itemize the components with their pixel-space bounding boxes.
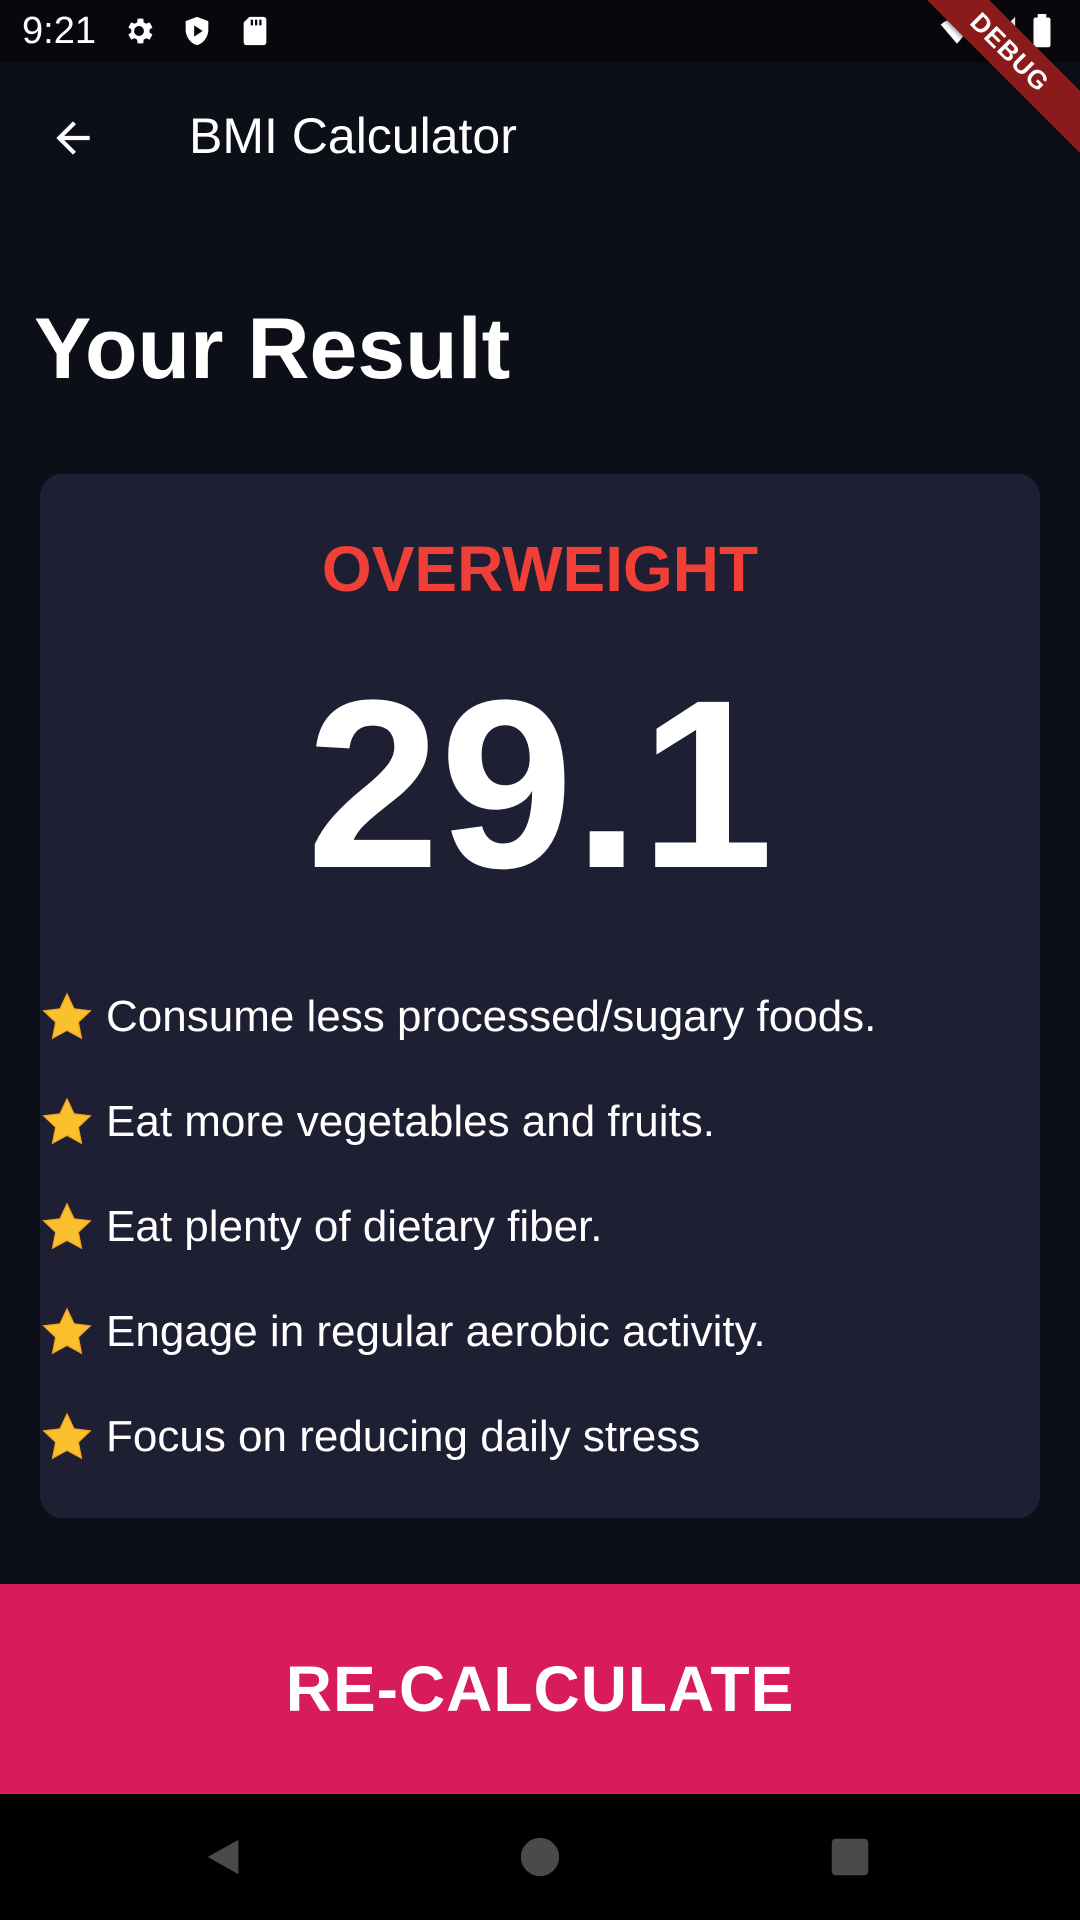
nav-back-button[interactable] bbox=[190, 1822, 260, 1892]
tips-list: Consume less processed/sugary foods. Eat… bbox=[40, 990, 1040, 1515]
star-icon bbox=[40, 1200, 94, 1254]
back-triangle-icon bbox=[207, 1839, 239, 1875]
tip-text: Eat plenty of dietary fiber. bbox=[106, 1202, 603, 1251]
app-bar-title: BMI Calculator bbox=[189, 108, 517, 164]
tip-item: Engage in regular aerobic activity. bbox=[40, 1305, 1040, 1410]
bmi-value: 29.1 bbox=[306, 650, 774, 918]
back-button[interactable] bbox=[38, 103, 108, 173]
shield-icon bbox=[180, 14, 214, 48]
tip-text: Consume less processed/sugary foods. bbox=[106, 992, 877, 1041]
result-card: OVERWEIGHT 29.1 Consume less processed/s… bbox=[40, 474, 1040, 1518]
tip-text: Engage in regular aerobic activity. bbox=[106, 1307, 766, 1356]
battery-icon bbox=[1030, 14, 1054, 48]
recalculate-button[interactable]: RE-CALCULATE bbox=[0, 1584, 1080, 1794]
nav-home-button[interactable] bbox=[505, 1822, 575, 1892]
home-circle-icon bbox=[520, 1837, 560, 1877]
star-icon bbox=[40, 1410, 94, 1464]
nav-recents-button[interactable] bbox=[815, 1822, 885, 1892]
tip-item: Eat plenty of dietary fiber. bbox=[40, 1200, 1040, 1305]
tip-item: Focus on reducing daily stress bbox=[40, 1410, 1040, 1515]
star-icon bbox=[40, 990, 94, 1044]
page-title: Your Result bbox=[34, 301, 511, 397]
system-nav-bar bbox=[0, 1794, 1080, 1920]
recalculate-button-label: RE-CALCULATE bbox=[285, 1653, 795, 1725]
settings-icon bbox=[122, 14, 156, 48]
star-icon bbox=[40, 1095, 94, 1149]
tip-text: Eat more vegetables and fruits. bbox=[106, 1097, 715, 1146]
app-screen: 9:21 DEBUG BMI Calculator Your Result OV… bbox=[0, 0, 1080, 1920]
sd-card-icon bbox=[238, 14, 272, 48]
app-bar: BMI Calculator bbox=[0, 63, 1080, 210]
status-time: 9:21 bbox=[22, 10, 96, 52]
star-icon bbox=[40, 1305, 94, 1359]
recents-square-icon bbox=[831, 1838, 869, 1876]
tip-text: Focus on reducing daily stress bbox=[106, 1412, 701, 1461]
status-bar: 9:21 bbox=[0, 0, 1080, 63]
tip-item: Consume less processed/sugary foods. bbox=[40, 990, 1040, 1095]
bmi-category: OVERWEIGHT bbox=[321, 533, 759, 605]
tip-item: Eat more vegetables and fruits. bbox=[40, 1095, 1040, 1200]
arrow-back-icon bbox=[56, 121, 90, 155]
